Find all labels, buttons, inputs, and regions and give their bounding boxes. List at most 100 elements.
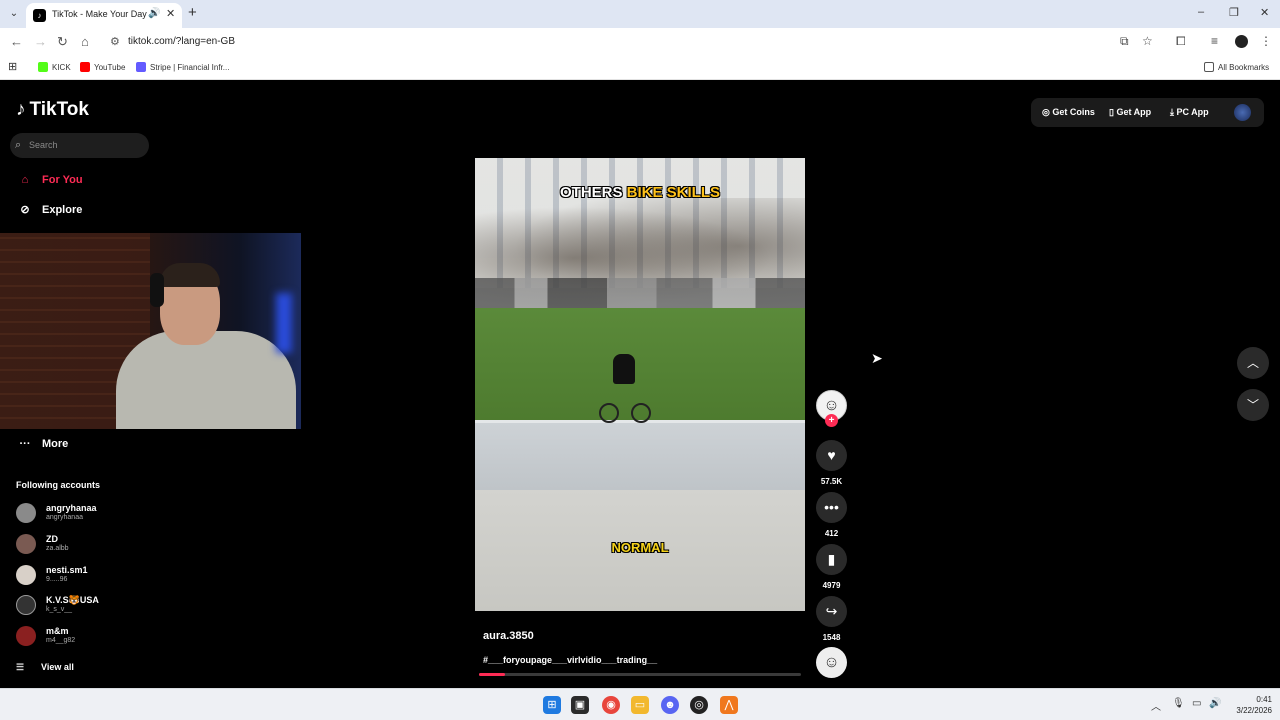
- save-button[interactable]: ▮: [816, 544, 847, 575]
- file-explorer-icon[interactable]: ▭: [631, 696, 649, 714]
- profile-avatar[interactable]: [1234, 104, 1251, 121]
- video-progress-bar[interactable]: [479, 673, 801, 676]
- search-icon: ⌕: [15, 139, 22, 151]
- heart-icon: ♥: [827, 447, 836, 463]
- bike-rider: [613, 354, 635, 384]
- phone-icon: ▯: [1109, 107, 1114, 117]
- obs-icon[interactable]: ◎: [690, 696, 708, 714]
- following-account[interactable]: angryhanaa angryhanaa: [16, 501, 156, 525]
- windows-start-icon[interactable]: ⊞: [543, 696, 561, 714]
- back-icon[interactable]: ←: [10, 34, 23, 49]
- following-account[interactable]: ZD za.albb: [16, 532, 156, 556]
- browser-tab-strip: ⌄ ♪ TikTok - Make Your Day 🔊 ✕ + – ❐ ✕: [0, 0, 1280, 28]
- bookmark-icon: ▮: [827, 551, 836, 567]
- windows-taskbar: ⊞ ▣ ◉ ▭ ☻ ◎ ⋀ ︿ 🎙 ▭ 🔊 0:41 3/22/2026: [0, 688, 1280, 720]
- extensions-icon[interactable]: ⧠: [1176, 34, 1186, 49]
- list-icon: ☰: [16, 662, 25, 672]
- folder-icon: [1204, 62, 1214, 72]
- all-bookmarks[interactable]: All Bookmarks: [1204, 62, 1269, 72]
- save-count: 4979: [822, 581, 841, 590]
- tiktok-logo[interactable]: ♪ TikTok: [16, 99, 89, 121]
- download-icon: ⤓: [1170, 107, 1174, 117]
- video-caption-top: OTHERS BIKE SKILLS: [559, 184, 721, 201]
- new-tab-button[interactable]: +: [188, 4, 197, 21]
- reload-icon[interactable]: ↻: [57, 34, 68, 50]
- app-icon[interactable]: ⋀: [720, 696, 738, 714]
- apps-grid-icon[interactable]: ⊞: [8, 60, 17, 73]
- account-name: K.V.S🐯USA: [46, 595, 99, 605]
- nav-more[interactable]: ··· More: [16, 438, 69, 450]
- comment-button[interactable]: •••: [816, 492, 847, 523]
- minimize-button[interactable]: –: [1198, 6, 1204, 18]
- view-all-button[interactable]: ☰ View all: [16, 662, 74, 673]
- chevron-down-icon: ﹀: [1246, 398, 1259, 412]
- tab-audio-icon[interactable]: 🔊: [148, 8, 160, 19]
- tiktok-note-icon: ♪: [16, 99, 26, 120]
- account-handle: k_s_v__: [46, 606, 73, 613]
- following-account[interactable]: m&m m4__g82: [16, 624, 156, 648]
- bookmark-star-icon[interactable]: ☆: [1142, 34, 1153, 48]
- bookmark-stripe[interactable]: Stripe | Financial Infr...: [136, 62, 229, 72]
- following-account[interactable]: nesti.sm1 9.....96: [16, 563, 156, 587]
- stripe-icon: [136, 62, 146, 72]
- account-handle: angryhanaa: [46, 514, 83, 521]
- tiktok-page: ♪ TikTok ⌕ Search ⌂ For You ⊘ Explore ··· Mo…: [0, 81, 1280, 688]
- tray-overflow-icon[interactable]: ︿: [1151, 698, 1161, 713]
- volume-icon[interactable]: 🔊: [1209, 698, 1221, 709]
- comment-count: 412: [824, 529, 839, 538]
- follow-plus-icon[interactable]: +: [825, 414, 838, 427]
- system-clock[interactable]: 0:41 3/22/2026: [1228, 694, 1272, 716]
- account-name: ZD: [46, 534, 58, 544]
- address-bar-row: ← → ↻ ⌂ ⚙ tiktok.com/?lang=en-GB ⧉ ☆ ⧠ ≡…: [0, 28, 1280, 56]
- like-count: 57.5K: [820, 477, 843, 486]
- avatar: [16, 534, 36, 554]
- network-icon[interactable]: ▭: [1192, 698, 1201, 709]
- video-author[interactable]: aura.3850: [483, 630, 534, 642]
- get-app-button[interactable]: ▯ Get App: [1109, 107, 1151, 118]
- next-video-button[interactable]: ﹀: [1237, 389, 1269, 421]
- nav-explore[interactable]: ⊘ Explore: [16, 203, 82, 216]
- task-view-icon[interactable]: ▣: [571, 696, 589, 714]
- share-count: 1548: [822, 633, 841, 642]
- forward-icon[interactable]: →: [34, 34, 47, 49]
- nav-for-you[interactable]: ⌂ For You: [16, 174, 83, 186]
- previous-video-button[interactable]: ︿: [1237, 347, 1269, 379]
- close-window-button[interactable]: ✕: [1260, 6, 1269, 19]
- video-caption-bottom: NORMAL: [611, 540, 669, 555]
- youtube-icon: [80, 62, 90, 72]
- clock-time: 0:41: [1256, 695, 1272, 704]
- reading-list-icon[interactable]: ≡: [1211, 34, 1218, 48]
- search-input[interactable]: ⌕ Search: [10, 133, 149, 158]
- tiktok-favicon-icon: ♪: [33, 9, 46, 22]
- omnibox[interactable]: ⚙ tiktok.com/?lang=en-GB: [104, 31, 1164, 53]
- share-button[interactable]: ↪: [816, 596, 847, 627]
- browser-tab-active[interactable]: ♪ TikTok - Make Your Day 🔊 ✕: [26, 3, 182, 28]
- mouse-cursor-icon: ➤: [871, 350, 883, 366]
- home-icon: ⌂: [21, 174, 29, 186]
- bookmark-kick[interactable]: KICK: [38, 62, 71, 72]
- get-coins-button[interactable]: ◎ Get Coins: [1042, 107, 1095, 118]
- video-player[interactable]: OTHERS BIKE SKILLS NORMAL: [475, 158, 805, 611]
- sound-disc-icon[interactable]: ☺: [816, 647, 847, 678]
- pc-app-button[interactable]: ⤓ PC App: [1170, 107, 1209, 118]
- tab-close-icon[interactable]: ✕: [166, 7, 175, 20]
- video-description[interactable]: #___foryoupage___virlvidio___trading__: [483, 655, 657, 665]
- install-app-icon[interactable]: ⧉: [1120, 34, 1129, 49]
- chrome-icon[interactable]: ◉: [602, 696, 620, 714]
- bike-wheel: [599, 403, 619, 423]
- bookmark-youtube[interactable]: YouTube: [80, 62, 125, 72]
- following-account[interactable]: K.V.S🐯USA k_s_v__: [16, 593, 156, 617]
- url-text[interactable]: tiktok.com/?lang=en-GB: [128, 36, 235, 47]
- account-handle: m4__g82: [46, 637, 76, 644]
- clock-date: 3/22/2026: [1236, 706, 1272, 715]
- restore-button[interactable]: ❐: [1229, 6, 1239, 19]
- microphone-icon[interactable]: 🎙: [1172, 698, 1185, 709]
- tab-search-icon[interactable]: ⌄: [6, 6, 22, 22]
- discord-icon[interactable]: ☻: [661, 696, 679, 714]
- profile-avatar-icon[interactable]: [1235, 35, 1248, 48]
- like-button[interactable]: ♥: [816, 440, 847, 471]
- menu-kebab-icon[interactable]: ⋮: [1260, 34, 1272, 48]
- comment-icon: •••: [824, 499, 839, 515]
- site-info-icon[interactable]: ⚙: [110, 35, 120, 48]
- home-icon[interactable]: ⌂: [81, 34, 89, 49]
